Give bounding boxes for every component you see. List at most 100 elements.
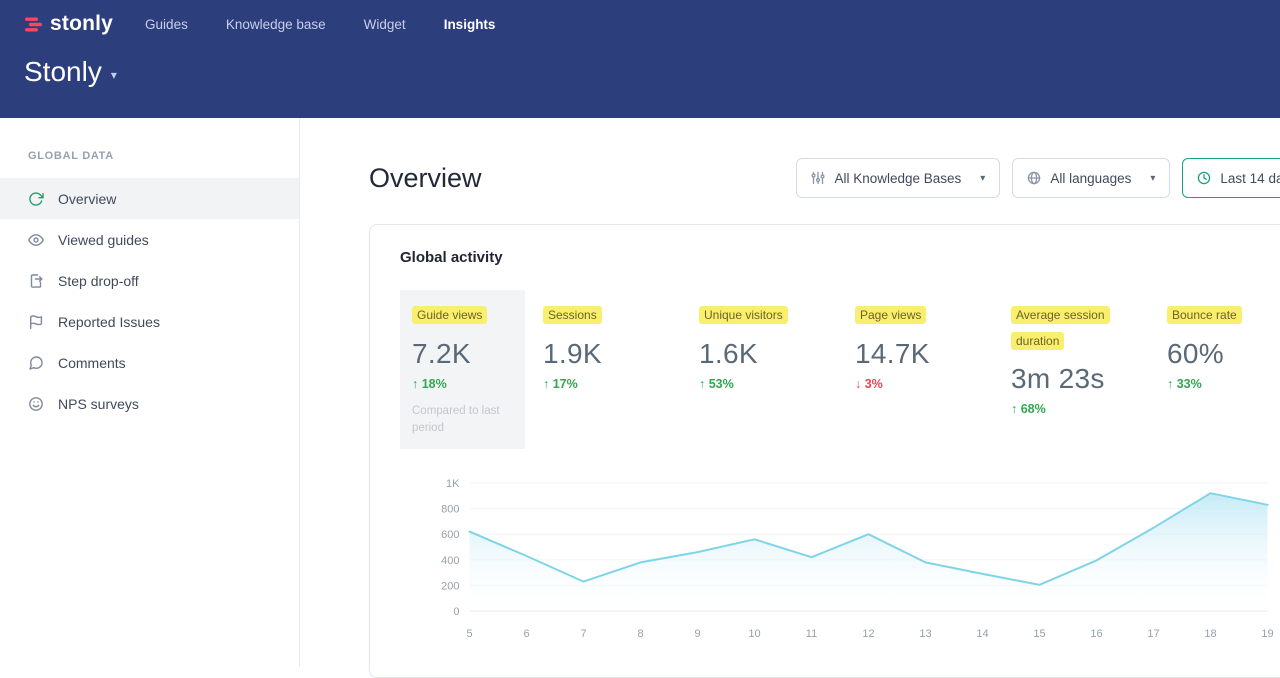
metric-delta: ↑ 68% <box>1011 402 1149 416</box>
metric-unique-visitors[interactable]: Unique visitors 1.6K ↑ 53% <box>699 290 837 403</box>
svg-text:1K: 1K <box>446 478 460 490</box>
metric-value: 7.2K <box>412 338 513 370</box>
metric-label: Page views <box>855 306 926 324</box>
sidebar-item-label: Comments <box>58 355 126 371</box>
global-activity-card: Global activity Guide views 7.2K ↑ 18% C… <box>369 224 1280 678</box>
svg-text:6: 6 <box>523 628 529 640</box>
top-header: stonly Guides Knowledge base Widget Insi… <box>0 0 1280 118</box>
sidebar-item-nps-surveys[interactable]: NPS surveys <box>0 383 299 424</box>
eye-icon <box>28 232 44 248</box>
flag-icon <box>28 314 44 330</box>
sync-icon <box>28 191 44 207</box>
metric-value: 3m 23s <box>1011 363 1149 395</box>
metric-label: Bounce rate <box>1167 306 1242 324</box>
trend-arrow-icon: ↑ <box>1011 402 1017 416</box>
svg-text:13: 13 <box>919 628 931 640</box>
sidebar-item-step-drop-off[interactable]: Step drop-off <box>0 260 299 301</box>
comment-icon <box>28 355 44 371</box>
clock-icon <box>1197 171 1211 185</box>
global-activity-chart: 02004006008001K5678910111213141516171819 <box>400 471 1280 653</box>
metric-note: Compared to last period <box>412 403 512 438</box>
chevron-down-icon: ▾ <box>1150 173 1155 184</box>
sidebar-section-title: GLOBAL DATA <box>28 150 299 162</box>
metric-delta: ↑ 17% <box>543 377 681 391</box>
date-range-filter[interactable]: Last 14 days ▾ <box>1182 158 1280 198</box>
svg-text:11: 11 <box>806 628 817 640</box>
sidebar-item-label: Overview <box>58 191 116 207</box>
top-nav-item-widget[interactable]: Widget <box>364 17 406 32</box>
top-nav-item-knowledge-base[interactable]: Knowledge base <box>226 17 326 32</box>
metric-value: 14.7K <box>855 338 993 370</box>
svg-text:14: 14 <box>976 628 988 640</box>
sidebar-item-label: NPS surveys <box>58 396 139 412</box>
metric-guide-views[interactable]: Guide views 7.2K ↑ 18% Compared to last … <box>400 290 525 449</box>
svg-text:8: 8 <box>637 628 643 640</box>
svg-text:0: 0 <box>453 606 459 618</box>
svg-text:7: 7 <box>580 628 586 640</box>
card-title: Global activity <box>400 249 1280 266</box>
sidebar: GLOBAL DATA Overview Viewed guides <box>0 118 300 667</box>
main-content: Overview All Knowledge Bases <box>300 118 1280 667</box>
metric-delta: ↓ 3% <box>855 377 993 391</box>
top-nav: Guides Knowledge base Widget Insights <box>145 17 495 32</box>
sliders-icon <box>811 171 825 185</box>
chevron-down-icon[interactable]: ▾ <box>111 68 117 82</box>
trend-arrow-icon: ↑ <box>1167 377 1173 391</box>
top-nav-row: stonly Guides Knowledge base Widget Insi… <box>0 0 1280 38</box>
globe-icon <box>1027 171 1041 185</box>
stonly-logo[interactable]: stonly <box>24 12 113 36</box>
svg-text:15: 15 <box>1033 628 1045 640</box>
chevron-down-icon: ▾ <box>980 173 985 184</box>
trend-arrow-icon: ↓ <box>855 377 861 391</box>
workspace-row: Stonly ▾ <box>0 38 1280 88</box>
filter-label: All languages <box>1050 171 1131 186</box>
svg-text:18: 18 <box>1204 628 1216 640</box>
sidebar-item-viewed-guides[interactable]: Viewed guides <box>0 219 299 260</box>
metric-label: Average session duration <box>1011 306 1110 350</box>
metric-value: 60% <box>1167 338 1280 370</box>
metric-average-session-duration[interactable]: Average session duration 3m 23s ↑ 68% <box>1011 290 1149 428</box>
step-dropoff-icon <box>28 273 44 289</box>
metric-delta: ↑ 33% <box>1167 377 1280 391</box>
stonly-logo-icon <box>24 15 43 34</box>
sidebar-item-reported-issues[interactable]: Reported Issues <box>0 301 299 342</box>
metrics-row: Guide views 7.2K ↑ 18% Compared to last … <box>400 290 1280 449</box>
metric-page-views[interactable]: Page views 14.7K ↓ 3% <box>855 290 993 403</box>
filter-label: All Knowledge Bases <box>834 171 961 186</box>
top-nav-item-guides[interactable]: Guides <box>145 17 188 32</box>
sidebar-item-label: Reported Issues <box>58 314 160 330</box>
page-title: Overview <box>369 163 482 194</box>
metric-bounce-rate[interactable]: Bounce rate 60% ↑ 33% <box>1167 290 1280 403</box>
svg-text:600: 600 <box>441 529 459 541</box>
metric-value: 1.6K <box>699 338 837 370</box>
top-nav-item-insights[interactable]: Insights <box>444 17 496 32</box>
languages-filter[interactable]: All languages ▾ <box>1012 158 1170 198</box>
svg-text:19: 19 <box>1261 628 1273 640</box>
metric-value: 1.9K <box>543 338 681 370</box>
logo-text: stonly <box>50 12 113 36</box>
trend-arrow-icon: ↑ <box>699 377 705 391</box>
metric-sessions[interactable]: Sessions 1.9K ↑ 17% <box>543 290 681 403</box>
workspace-name[interactable]: Stonly <box>24 56 102 88</box>
svg-text:400: 400 <box>441 555 459 567</box>
svg-text:800: 800 <box>441 504 459 516</box>
metric-label: Guide views <box>412 306 487 324</box>
svg-text:12: 12 <box>862 628 874 640</box>
knowledge-bases-filter[interactable]: All Knowledge Bases ▾ <box>796 158 1000 198</box>
metric-label: Unique visitors <box>699 306 788 324</box>
sidebar-item-comments[interactable]: Comments <box>0 342 299 383</box>
filter-bar: All Knowledge Bases ▾ All languages ▾ <box>796 158 1280 198</box>
sidebar-item-label: Viewed guides <box>58 232 149 248</box>
trend-arrow-icon: ↑ <box>412 377 418 391</box>
svg-text:9: 9 <box>694 628 700 640</box>
smiley-icon <box>28 396 44 412</box>
svg-text:17: 17 <box>1147 628 1159 640</box>
metric-label: Sessions <box>543 306 602 324</box>
sidebar-item-overview[interactable]: Overview <box>0 178 299 219</box>
svg-text:200: 200 <box>441 580 459 592</box>
svg-text:10: 10 <box>748 628 760 640</box>
metric-delta: ↑ 53% <box>699 377 837 391</box>
sidebar-item-label: Step drop-off <box>58 273 139 289</box>
svg-text:5: 5 <box>466 628 472 640</box>
filter-label: Last 14 days <box>1220 171 1280 186</box>
